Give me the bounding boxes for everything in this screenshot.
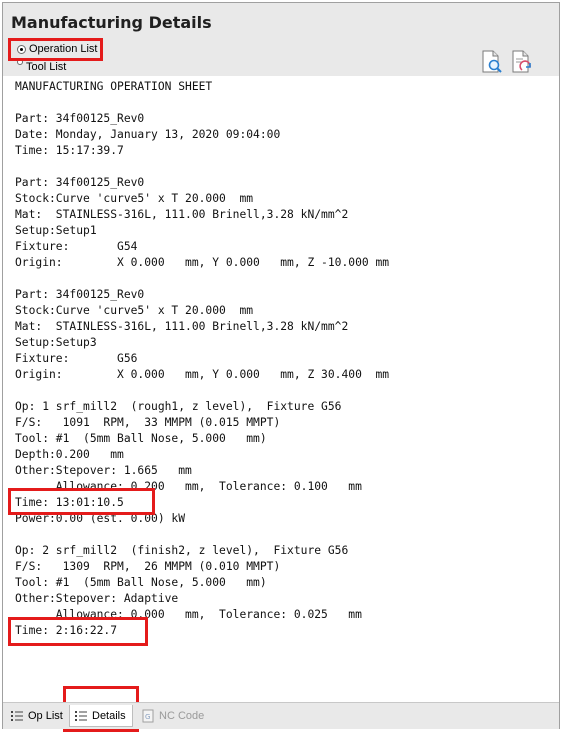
report-line	[15, 527, 389, 543]
report-line: Other:Stepover: Adaptive	[15, 592, 179, 605]
report-line: Mat: STAINLESS-316L, 111.00 Brinell,3.28…	[15, 208, 349, 221]
report-line: Tool: #1 (5mm Ball Nose, 5.000 mm)	[15, 576, 267, 589]
report-line	[15, 95, 389, 111]
tab-details[interactable]: Details	[69, 705, 133, 727]
report-line: Mat: STAINLESS-316L, 111.00 Brinell,3.28…	[15, 320, 349, 333]
report-line: Part: 34f00125_Rev0	[15, 112, 145, 125]
panel-title: Manufacturing Details	[11, 13, 212, 32]
report-line: Date: Monday, January 13, 2020 09:04:00	[15, 128, 281, 141]
report-line: Time: 15:17:39.7	[15, 144, 124, 157]
report-line: Origin: X 0.000 mm, Y 0.000 mm, Z 30.400…	[15, 368, 390, 381]
highlight-time-op2	[8, 617, 148, 646]
report-line: Part: 34f00125_Rev0	[15, 288, 145, 301]
report-line: Fixture: G56	[15, 352, 138, 365]
tab-op-list[interactable]: Op List	[6, 705, 67, 727]
nc-code-icon: G	[142, 709, 154, 723]
report-line: Depth:0.200 mm	[15, 448, 124, 461]
report-line: F/S: 1309 RPM, 26 MMPM (0.010 MMPT)	[15, 560, 281, 573]
list-icon	[11, 711, 23, 721]
tab-op-list-label: Op List	[28, 710, 63, 722]
tab-details-label: Details	[92, 709, 126, 722]
tool-list-label: Tool List	[26, 61, 67, 73]
tab-nc-code[interactable]: G NC Code	[137, 705, 208, 727]
details-list-icon	[75, 710, 87, 721]
report-view[interactable]: MANUFACTURING OPERATION SHEET Part: 34f0…	[3, 76, 559, 702]
report-line: Op: 1 srf_mill2 (rough1, z level), Fixtu…	[15, 400, 342, 413]
report-line: Fixture: G54	[15, 240, 138, 253]
report-line: Setup:Setup3	[15, 336, 97, 349]
report-line: Stock:Curve 'curve5' x T 20.000 mm	[15, 192, 254, 205]
highlight-time-op1	[8, 488, 155, 515]
bottom-tab-bar: Op List Details G NC Code	[3, 702, 559, 729]
report-line	[15, 383, 389, 399]
operation-sheet-text: MANUFACTURING OPERATION SHEET Part: 34f0…	[15, 79, 389, 639]
svg-text:G: G	[145, 713, 150, 721]
highlight-operation-list	[8, 38, 103, 61]
document-refresh-icon[interactable]	[509, 50, 533, 74]
report-line: Part: 34f00125_Rev0	[15, 176, 145, 189]
document-search-icon[interactable]	[479, 50, 503, 74]
report-line	[15, 159, 389, 175]
tab-nc-code-label: NC Code	[159, 710, 205, 722]
report-line: Setup:Setup1	[15, 224, 97, 237]
report-line: Op: 2 srf_mill2 (finish2, z level), Fixt…	[15, 544, 349, 557]
report-line: Tool: #1 (5mm Ball Nose, 5.000 mm)	[15, 432, 267, 445]
report-line: Other:Stepover: 1.665 mm	[15, 464, 192, 477]
report-line: Origin: X 0.000 mm, Y 0.000 mm, Z -10.00…	[15, 256, 390, 269]
report-line	[15, 271, 389, 287]
report-line: MANUFACTURING OPERATION SHEET	[15, 80, 213, 93]
report-line: F/S: 1091 RPM, 33 MMPM (0.015 MMPT)	[15, 416, 281, 429]
report-line: Stock:Curve 'curve5' x T 20.000 mm	[15, 304, 254, 317]
